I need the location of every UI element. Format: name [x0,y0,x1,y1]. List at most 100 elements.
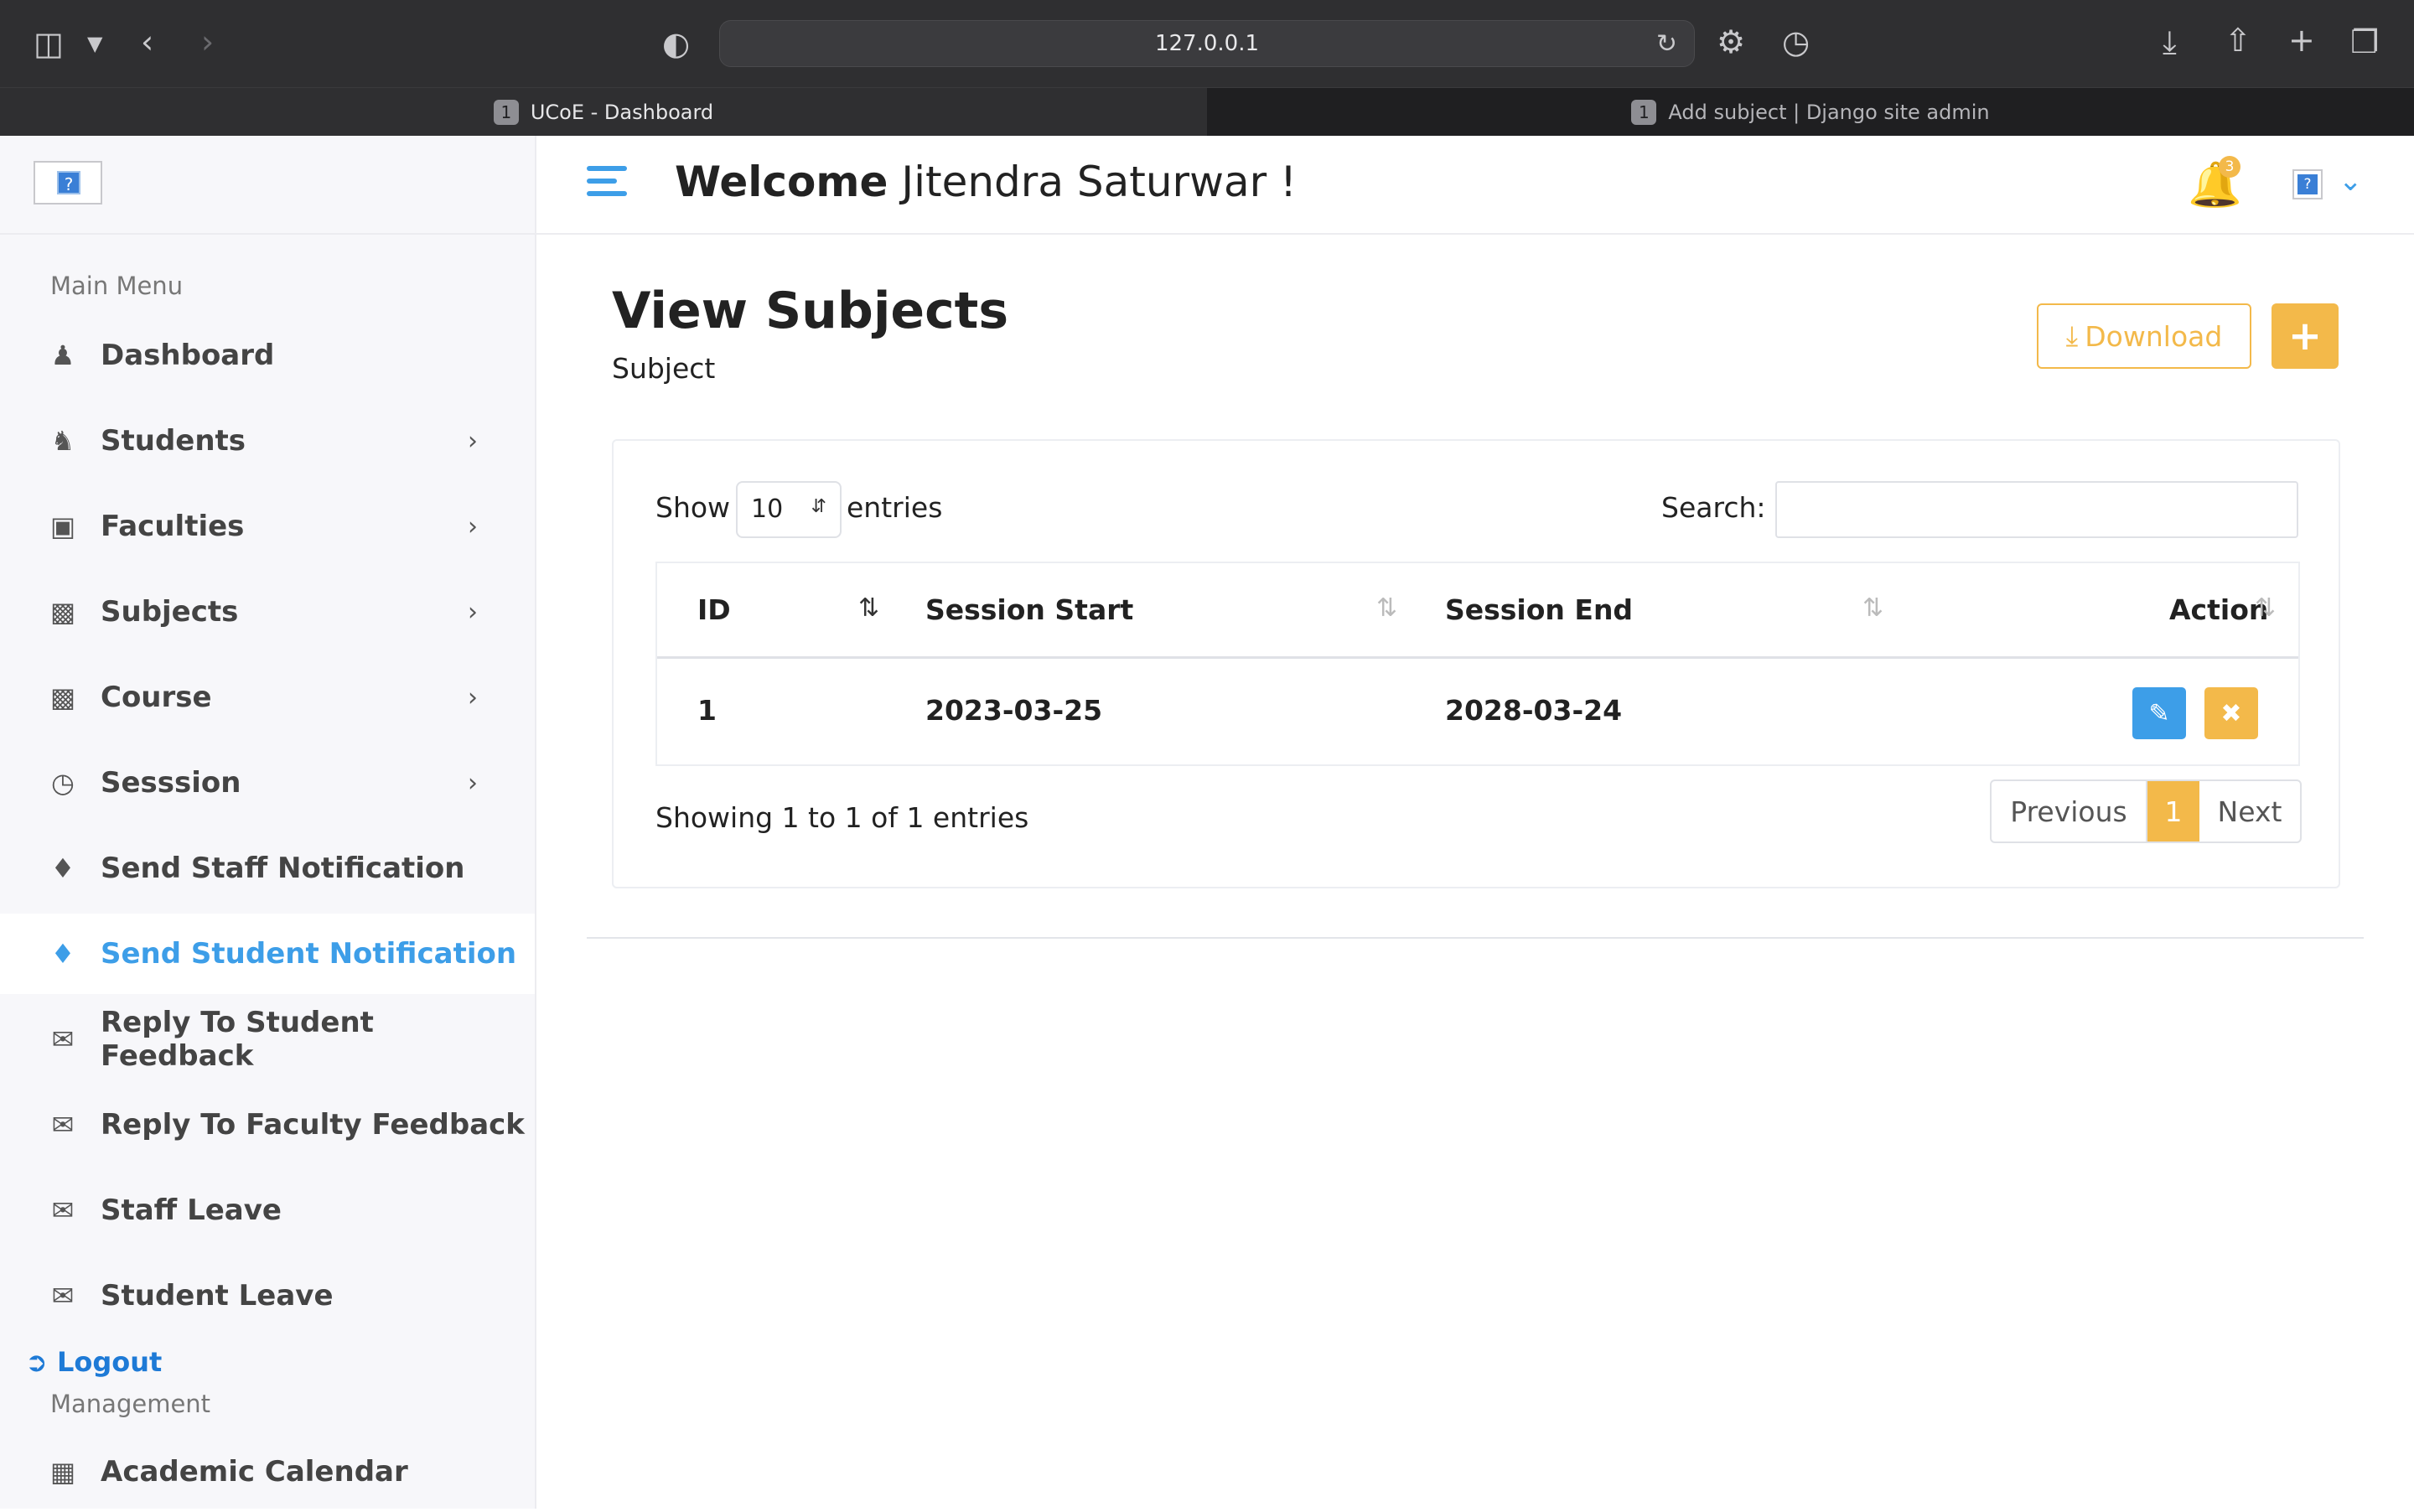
tab-ucoe-dashboard[interactable]: 1 UCoE - Dashboard [0,88,1207,137]
add-subject-button[interactable]: + [2272,303,2339,369]
bell-icon: ♦ [50,938,75,970]
page-1-button[interactable]: 1 [2147,781,2199,841]
comments-icon: ✉ [51,1109,75,1141]
reload-icon[interactable]: ↻ [1656,28,1677,61]
tab-title: Add subject | Django site admin [1668,101,1990,124]
trash-icon: ✖ [2220,698,2242,728]
course-icon: ▩ [49,681,76,713]
sidebar-item-staff-leave[interactable]: ✉ Staff Leave [0,1170,535,1251]
tab-add-subject[interactable]: 1 Add subject | Django site admin [1207,88,2414,137]
address-bar[interactable]: 127.0.0.1 ↻ [719,20,1695,67]
sidebar-item-label: Send Staff Notification [101,852,465,885]
chevron-right-icon: › [468,682,478,712]
column-header-action[interactable]: Action [2169,593,2268,626]
sidebar-item-label: Student Leave [101,1279,334,1313]
logout-label: Logout [56,1346,163,1378]
envelope-open-icon: ✉ [51,1194,75,1226]
sidebar-item-reply-faculty-feedback[interactable]: ✉ Reply To Faculty Feedback [0,1085,535,1165]
sidebar-item-label: Sesssion [101,766,241,800]
next-button[interactable]: Next [2199,781,2300,841]
footer-divider [587,937,2364,939]
page-title: View Subjects [612,282,1009,340]
logo[interactable]: ? [34,161,102,205]
download-button[interactable]: ⤓ Download [2037,303,2251,369]
tab-number: 1 [1631,100,1657,125]
sidebar-item-send-student-notification[interactable]: ♦ Send Student Notification [0,914,535,994]
page-size-select[interactable]: 10 ⇵ [736,481,842,538]
chevron-down-icon[interactable]: ▼ [87,27,102,60]
sidebar: ? Main Menu ♟ Dashboard ♞ Students › ▣ F… [0,136,536,1509]
chevron-down-icon[interactable]: ⌄ [2339,164,2363,198]
forward-icon[interactable]: › [201,25,214,59]
column-header-id[interactable]: ID [697,593,731,626]
entries-label: entries [847,491,943,524]
broken-image-icon: ? [2297,174,2318,194]
search-label: Search: [1661,491,1766,524]
browser-toolbar: ◫ ▼ ‹ › ◐ 127.0.0.1 ↻ ⚙ ◷ ⤓ ⇧ + ❐ [0,0,2414,87]
sidebar-item-student-leave[interactable]: ✉ Student Leave [0,1256,535,1336]
chevron-right-icon: › [468,597,478,627]
history-icon[interactable]: ◷ [1782,25,1810,59]
sidebar-item-label: Subjects [101,595,239,629]
pencil-icon: ✎ [2148,698,2170,728]
sidebar-item-send-staff-notification[interactable]: ♦ Send Staff Notification [0,828,535,909]
envelope-open-icon: ✉ [51,1280,75,1312]
sort-icon[interactable]: ⇅ [2255,593,2276,623]
calendar-icon: ▦ [49,1456,76,1488]
cell-session-start: 2023-03-25 [925,694,1103,727]
download-icon: ⤓ [2065,319,2079,352]
delete-button[interactable]: ✖ [2204,687,2258,739]
cell-id: 1 [697,694,717,727]
app-header: Welcome Jitendra Saturwar ! 🔔 3 ? ⌄ [536,136,2414,235]
plus-icon: + [2287,313,2323,360]
bell-icon: ♦ [50,852,75,884]
back-icon[interactable]: ‹ [141,25,153,59]
column-header-session-end[interactable]: Session End [1445,593,1633,626]
sidebar-item-subjects[interactable]: ▩ Subjects › [0,572,535,652]
sort-icon[interactable]: ⇅ [1862,593,1883,623]
share-icon[interactable]: ⇧ [2225,23,2251,57]
notification-count-badge: 3 [2219,156,2240,178]
pagination: Previous 1 Next [1990,779,2302,843]
chevron-right-icon: › [468,426,478,456]
sort-icon[interactable]: ⇅ [858,593,879,623]
sidebar-item-label: Send Student Notification [101,937,517,971]
previous-button[interactable]: Previous [1992,781,2147,841]
hamburger-menu-icon[interactable] [587,166,627,204]
sidebar-item-faculties[interactable]: ▣ Faculties › [0,486,535,567]
search-input[interactable] [1775,481,2298,538]
new-tab-icon[interactable]: + [2288,23,2315,57]
subjects-card: Show 10 ⇵ entries Search: ID ⇅ Session S… [612,439,2340,888]
shield-icon[interactable]: ◐ [662,27,690,60]
logout-link[interactable]: ➲ Logout [25,1346,162,1378]
sidebar-item-label: Reply To Student Feedback [101,1006,374,1073]
subjects-icon: ▩ [49,596,76,628]
sidebar-item-label: Faculties [101,510,245,543]
tab-title: UCoE - Dashboard [530,101,714,124]
sidebar-item-label: Reply To Faculty Feedback [101,1108,525,1142]
sidebar-item-reply-student-feedback[interactable]: ✉ Reply To Student Feedback [0,999,535,1080]
tabs-overview-icon[interactable]: ❐ [2350,25,2379,59]
download-icon[interactable]: ⤓ [2163,25,2177,59]
sidebar-item-label: Academic Calendar [101,1455,408,1489]
sidebar-item-course[interactable]: ▩ Course › [0,657,535,738]
sidebar-toggle-icon[interactable]: ◫ [34,27,64,60]
edit-button[interactable]: ✎ [2132,687,2186,739]
sidebar-item-students[interactable]: ♞ Students › [0,401,535,481]
sidebar-item-label: Dashboard [101,339,275,372]
chevron-right-icon: › [468,511,478,541]
gear-icon[interactable]: ⚙ [1717,25,1745,59]
subjects-table: ID ⇅ Session Start ⇅ Session End ⇅ Actio… [655,562,2300,766]
sidebar-item-dashboard[interactable]: ♟ Dashboard [0,315,535,396]
breadcrumb: Subject [612,352,716,385]
sort-icon[interactable]: ⇅ [1376,593,1397,623]
tab-bar: 1 UCoE - Dashboard 1 Add subject | Djang… [0,87,2414,137]
sidebar-logo-area: ? [0,136,535,235]
sign-out-icon: ➲ [25,1346,48,1378]
sidebar-item-session[interactable]: ◷ Sesssion › [0,743,535,823]
avatar[interactable]: ? [2292,169,2323,199]
select-arrows-icon: ⇵ [811,496,826,517]
cell-session-end: 2028-03-24 [1445,694,1623,727]
sidebar-item-academic-calendar[interactable]: ▦ Academic Calendar [0,1432,535,1512]
column-header-session-start[interactable]: Session Start [925,593,1133,626]
